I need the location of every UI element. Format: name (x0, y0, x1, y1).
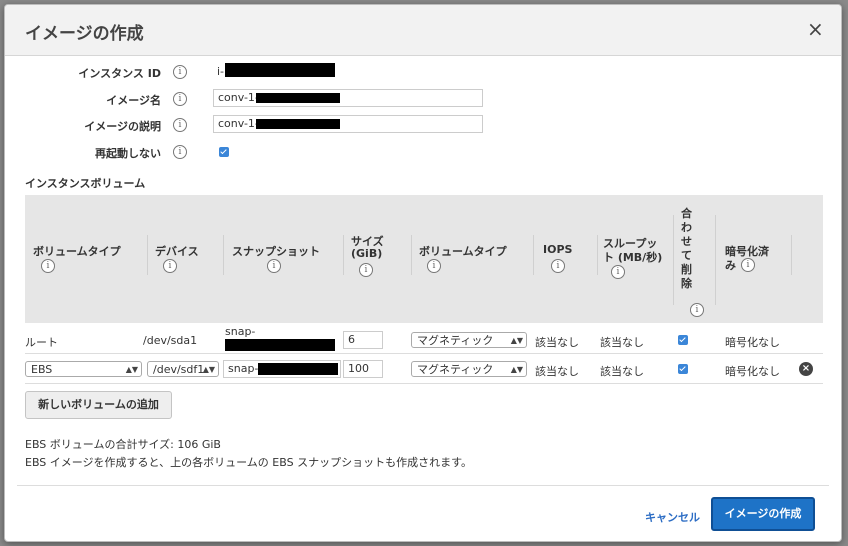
row1-snapshot: snap- (225, 325, 256, 338)
info-icon[interactable]: i (267, 259, 281, 273)
total-size-text: EBS ボリュームの合計サイズ: 106 GiB (25, 438, 221, 451)
select-arrow-icon: ▲▼ (510, 365, 523, 374)
dialog-title: イメージの作成 (25, 24, 144, 44)
info-icon[interactable]: i (690, 303, 704, 317)
select-arrow-icon: ▲▼ (202, 365, 215, 374)
row1-size-input[interactable]: 6 (343, 331, 383, 349)
image-name-label: イメージ名 (106, 94, 161, 107)
image-name-input[interactable]: conv-1- (213, 89, 483, 107)
info-icon[interactable]: i (173, 145, 187, 159)
row1-iops: 該当なし (535, 336, 579, 349)
close-icon[interactable]: × (807, 19, 824, 39)
image-desc-input[interactable]: conv-1- (213, 115, 483, 133)
select-arrow-icon: ▲▼ (125, 365, 138, 374)
col-throughput-unit: ト (MB/秒) (603, 251, 663, 264)
info-icon[interactable]: i (611, 265, 625, 279)
row2-volume-type-select[interactable]: マグネティック ▲▼ (411, 361, 527, 377)
dialog-header: イメージの作成 × (5, 5, 841, 56)
create-image-dialog: イメージの作成 × インスタンス ID i i- イメージ名 i conv-1-… (4, 4, 842, 542)
row1-type: ルート (25, 336, 58, 349)
select-arrow-icon: ▲▼ (510, 336, 523, 345)
info-icon[interactable]: i (173, 118, 187, 132)
remove-volume-icon[interactable]: × (799, 362, 813, 376)
redacted-block (225, 63, 335, 77)
image-desc-label: イメージの説明 (84, 120, 161, 133)
row1-encrypted: 暗号化なし (725, 336, 780, 349)
col-device: デバイス (155, 245, 199, 258)
volumes-section-title: インスタンスボリューム (25, 177, 146, 190)
no-reboot-checkbox[interactable] (219, 147, 229, 157)
info-icon[interactable]: i (173, 92, 187, 106)
create-image-button[interactable]: イメージの作成 (711, 497, 815, 531)
col-encrypted-2: み (725, 259, 736, 272)
row2-throughput: 該当なし (600, 365, 644, 378)
row1-volume-type-select[interactable]: マグネティック ▲▼ (411, 332, 527, 348)
redacted-block (258, 363, 338, 375)
col-snapshot: スナップショット (232, 245, 320, 258)
row2-size-input[interactable]: 100 (343, 360, 383, 378)
snapshot-note-text: EBS イメージを作成すると、上の各ボリュームの EBS スナップショットも作成… (25, 456, 472, 469)
cancel-button[interactable]: キャンセル (645, 509, 700, 525)
info-icon[interactable]: i (41, 259, 55, 273)
row1-delete-checkbox[interactable] (678, 335, 688, 345)
redacted-block (256, 93, 340, 103)
row2-iops: 該当なし (535, 365, 579, 378)
no-reboot-label: 再起動しない (95, 147, 161, 160)
info-icon[interactable]: i (427, 259, 441, 273)
row1-throughput: 該当なし (600, 336, 644, 349)
redacted-block (225, 339, 335, 351)
col-delete-on-termination: 合 わ せ て 削 除 (681, 207, 692, 290)
instance-id-label: インスタンス ID (78, 67, 161, 80)
image-desc-value: conv-1- (218, 117, 259, 130)
instance-id-value: i- (217, 65, 225, 78)
row2-type-select[interactable]: EBS ▲▼ (25, 361, 142, 377)
row1-device: /dev/sda1 (143, 334, 198, 347)
redacted-block (256, 119, 340, 129)
col-size-unit: (GiB) (351, 247, 383, 260)
row2-encrypted: 暗号化なし (725, 365, 780, 378)
volumes-table-header: ボリュームタイプ i デバイス i スナップショット i サイズ (GiB) i… (25, 195, 823, 323)
info-icon[interactable]: i (163, 259, 177, 273)
add-volume-button[interactable]: 新しいボリュームの追加 (25, 391, 172, 419)
info-icon[interactable]: i (741, 258, 755, 272)
col-iops: IOPS (543, 243, 573, 256)
row2-delete-checkbox[interactable] (678, 364, 688, 374)
row2-device-select[interactable]: /dev/sdf1 ▲▼ (147, 361, 219, 377)
info-icon[interactable]: i (551, 259, 565, 273)
info-icon[interactable]: i (359, 263, 373, 277)
info-icon[interactable]: i (173, 65, 187, 79)
col-volume-type: ボリュームタイプ (33, 245, 121, 258)
image-name-value: conv-1- (218, 91, 259, 104)
col-volume-type-2: ボリュームタイプ (419, 245, 507, 258)
